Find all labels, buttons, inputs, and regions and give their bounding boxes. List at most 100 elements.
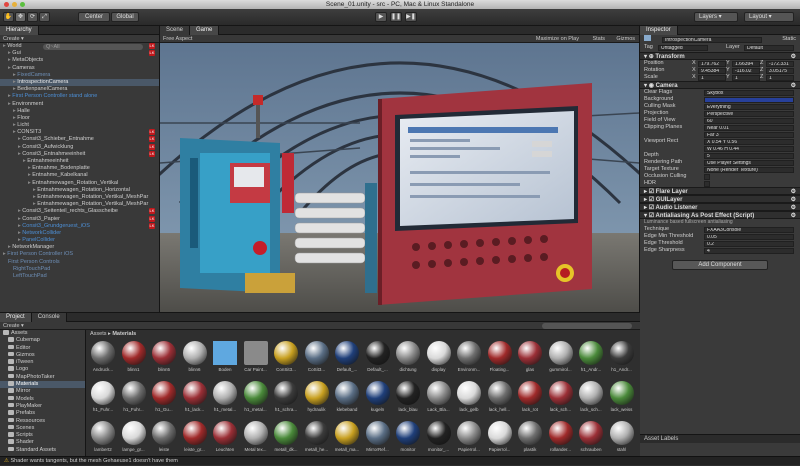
- material-item[interactable]: blinn6: [180, 339, 210, 376]
- aspect-dropdown[interactable]: Free Aspect: [163, 36, 192, 42]
- material-item[interactable]: schrauben: [576, 419, 606, 456]
- hierarchy-item[interactable]: ▸ Environment: [0, 101, 159, 108]
- aa-value-field[interactable]: 4: [704, 248, 794, 254]
- material-item[interactable]: lack_sch...: [576, 379, 606, 416]
- material-item[interactable]: plastik: [515, 419, 545, 456]
- material-item[interactable]: h1_metal...: [210, 379, 240, 416]
- material-item[interactable]: h1_Gu...: [149, 379, 179, 416]
- hierarchy-item[interactable]: LeftTouchPad: [0, 273, 159, 280]
- hierarchy-item[interactable]: ▸ FixedCamera: [0, 72, 159, 79]
- asset-folder[interactable]: Prefabs: [0, 410, 85, 417]
- hierarchy-item[interactable]: ▸ First Person Controller iOS: [0, 251, 159, 258]
- material-item[interactable]: Leuchten: [210, 419, 240, 456]
- asset-folder[interactable]: Ressources: [0, 417, 85, 425]
- material-item[interactable]: klebeband: [332, 379, 362, 416]
- hierarchy-item[interactable]: ▸ PanelCollider: [0, 237, 159, 244]
- asset-folder[interactable]: Assets: [0, 330, 85, 337]
- hierarchy-item[interactable]: ▸ Floor: [0, 115, 159, 122]
- hierarchy-item[interactable]: ▸ Entnahmewagen_Rotation_Vertikal_MeshPa…: [0, 201, 159, 208]
- asset-folder[interactable]: Standard Assets: [0, 446, 85, 454]
- material-item[interactable]: h1_lack...: [180, 379, 210, 416]
- material-item[interactable]: h1_Fuhr...: [119, 379, 149, 416]
- breadcrumb-root[interactable]: Assets: [90, 331, 107, 337]
- material-item[interactable]: h1_metal...: [241, 379, 271, 416]
- material-item[interactable]: CoSit3...: [302, 339, 332, 376]
- material-item[interactable]: lack_rot: [515, 379, 545, 416]
- component-header[interactable]: ▾ ☑ Antialiasing As Post Effect (Script)…: [640, 211, 800, 219]
- material-item[interactable]: lack_blau: [393, 379, 423, 416]
- component-header[interactable]: ▸ ☑ Flare Layer ⚙: [640, 187, 800, 195]
- material-item[interactable]: lack_weiss: [607, 379, 637, 416]
- material-item[interactable]: Default_...: [332, 339, 362, 376]
- material-item[interactable]: Boden: [210, 339, 240, 376]
- material-item[interactable]: Papierrol...: [454, 419, 484, 456]
- project-search-input[interactable]: [542, 323, 632, 329]
- hierarchy-item[interactable]: ▸ BedienpanelCamera: [0, 86, 159, 93]
- tab-console[interactable]: Console: [31, 313, 67, 322]
- pivot-global-button[interactable]: Global: [111, 12, 139, 22]
- scale-tool-button[interactable]: ⤢: [39, 12, 50, 22]
- asset-folder[interactable]: Logo: [0, 366, 85, 373]
- maximize-on-play-toggle[interactable]: Maximize on Play: [536, 35, 579, 43]
- hierarchy-item[interactable]: ▸ Licht: [0, 122, 159, 129]
- material-item[interactable]: h1_Andr...: [607, 339, 637, 376]
- pivot-center-button[interactable]: Center: [78, 12, 110, 22]
- hand-tool-button[interactable]: ✋: [3, 12, 14, 22]
- material-item[interactable]: lack_sch...: [546, 379, 576, 416]
- hierarchy-item[interactable]: ▸ Entnahmewagen_Rotation_Vertikal: [0, 180, 159, 187]
- static-checkbox[interactable]: Static: [782, 35, 796, 44]
- hierarchy-item[interactable]: First Person Controls: [0, 259, 159, 266]
- hierarchy-item[interactable]: ▸ NetworkManager: [0, 244, 159, 251]
- material-item[interactable]: h1_schra...: [271, 379, 301, 416]
- move-tool-button[interactable]: ✥: [15, 12, 26, 22]
- game-render-viewport[interactable]: [160, 43, 639, 312]
- tab-game[interactable]: Game: [190, 26, 220, 35]
- asset-folder[interactable]: Mirror: [0, 388, 85, 395]
- hierarchy-item[interactable]: ▸ MetaObjects: [0, 57, 159, 64]
- asset-folder[interactable]: Models: [0, 395, 85, 403]
- material-item[interactable]: monitor: [393, 419, 423, 456]
- material-item[interactable]: hydraulik: [302, 379, 332, 416]
- component-header[interactable]: ▸ ☑ GUILayer ⚙: [640, 195, 800, 203]
- material-item[interactable]: MirrorRef...: [363, 419, 393, 456]
- material-item[interactable]: kugeln: [363, 379, 393, 416]
- hierarchy-item[interactable]: ▸ Halle: [0, 108, 159, 115]
- hierarchy-item[interactable]: ▸ IntrospectionCamera: [0, 78, 159, 87]
- hierarchy-item[interactable]: ▸ Consit3_Grundgeruest_iOS LK: [0, 222, 159, 230]
- asset-folder[interactable]: Cubemap: [0, 337, 85, 344]
- tab-inspector[interactable]: Inspector: [640, 26, 678, 35]
- material-item[interactable]: Environm...: [454, 339, 484, 376]
- status-message[interactable]: Shader wants tangents, but the mesh Geha…: [10, 458, 177, 464]
- hierarchy-item[interactable]: ▸ Consit3_Seitenteil_rechts_Glasscheibe L…: [0, 208, 159, 215]
- hierarchy-item[interactable]: ▸ First Person Controller stand alone: [0, 93, 159, 100]
- material-item[interactable]: Papierrol...: [485, 419, 515, 456]
- material-item[interactable]: h1_Andr...: [576, 339, 606, 376]
- material-item[interactable]: stahl: [607, 419, 637, 456]
- material-item[interactable]: Car Paint...: [241, 339, 271, 376]
- material-item[interactable]: Default_...: [363, 339, 393, 376]
- material-item[interactable]: dichtung: [393, 339, 423, 376]
- material-item[interactable]: lampe_gr...: [119, 419, 149, 456]
- add-component-button[interactable]: Add Component: [672, 260, 768, 270]
- layers-dropdown[interactable]: Layers ▾: [694, 12, 738, 22]
- material-item[interactable]: Andruck...: [88, 339, 118, 376]
- material-item[interactable]: ConSit3...: [271, 339, 301, 376]
- material-item[interactable]: leiste: [149, 419, 179, 456]
- hierarchy-item[interactable]: ▸ Gui LK: [0, 50, 159, 57]
- hierarchy-item[interactable]: ▸ CONSIT3 LK: [0, 129, 159, 136]
- close-window-button[interactable]: [4, 2, 9, 7]
- minimize-window-button[interactable]: [12, 2, 17, 7]
- layer-dropdown[interactable]: Default: [744, 45, 794, 51]
- hierarchy-item[interactable]: ▸ Entnahmeeinheit: [0, 158, 159, 165]
- transform-component-header[interactable]: ▾ ⊕ Transform ⚙: [640, 52, 800, 60]
- material-item[interactable]: metall_he...: [302, 419, 332, 456]
- hierarchy-item[interactable]: ▸ Consit3_Aufwicklung LK: [0, 143, 159, 151]
- tag-dropdown[interactable]: Untagged: [658, 45, 708, 51]
- gizmos-dropdown[interactable]: Gizmos: [616, 35, 635, 43]
- material-item[interactable]: glas: [515, 339, 545, 376]
- maximize-window-button[interactable]: [20, 2, 25, 7]
- material-item[interactable]: Floating...: [485, 339, 515, 376]
- material-item[interactable]: Lack_Bla...: [424, 379, 454, 416]
- material-item[interactable]: Metal tex...: [241, 419, 271, 456]
- hierarchy-item[interactable]: RightTouchPad: [0, 266, 159, 273]
